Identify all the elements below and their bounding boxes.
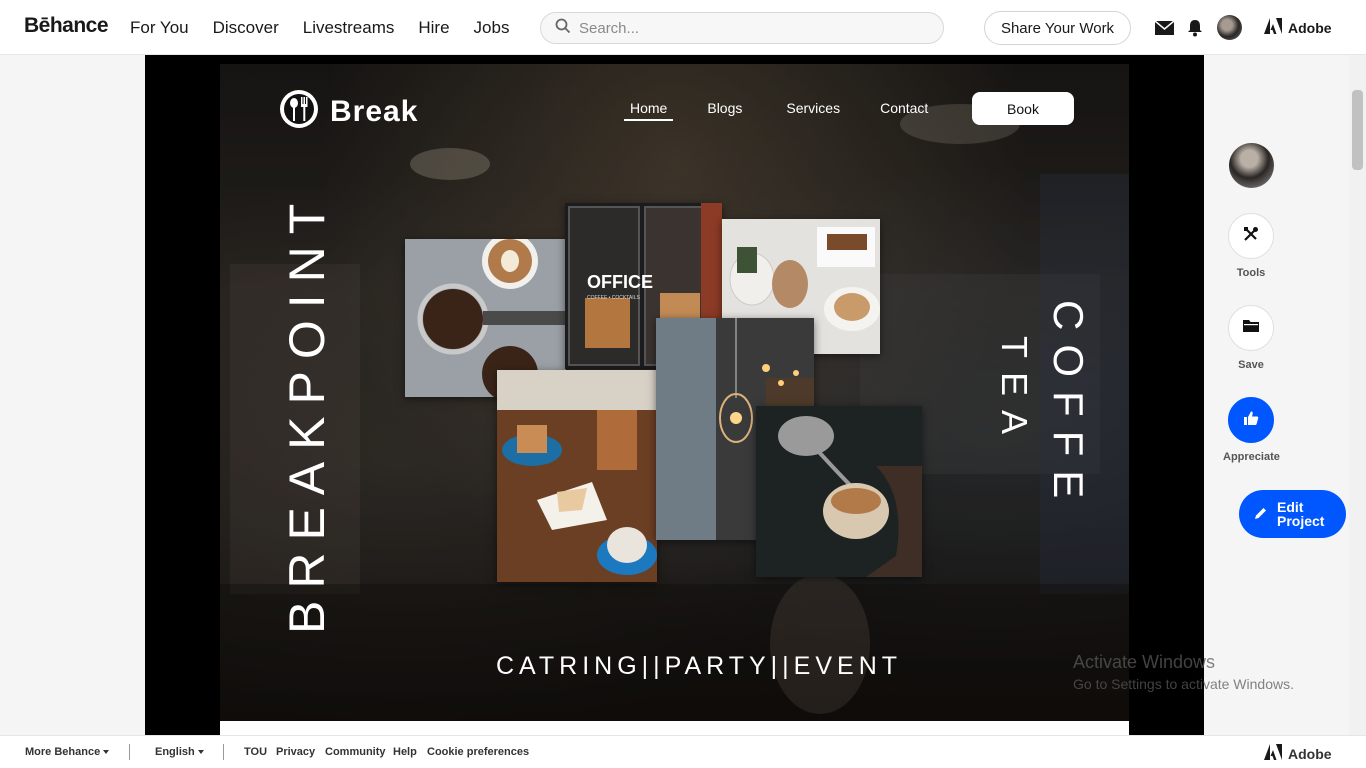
footer-divider xyxy=(129,744,130,760)
nav-hire[interactable]: Hire xyxy=(418,18,449,38)
footer-adobe-label: Adobe xyxy=(1288,745,1332,762)
search-box[interactable] xyxy=(540,12,944,44)
next-section-strip xyxy=(220,721,1129,735)
owner-avatar-item[interactable] xyxy=(1229,143,1274,188)
breakpoint-vertical-title: BREAKPOINT xyxy=(279,191,335,634)
project-canvas: Break Home Blogs Services Contact Book B… xyxy=(145,55,1204,735)
owner-avatar[interactable] xyxy=(1229,143,1274,188)
mail-icon[interactable] xyxy=(1153,17,1175,39)
tools-icon xyxy=(1243,226,1259,247)
breakpoint-vertical-title-wrap: BREAKPOINT xyxy=(278,192,338,634)
adobe-label: Adobe xyxy=(1288,19,1332,36)
folder-icon xyxy=(1243,319,1259,337)
project-sidebar: Tools Save Appreciate xyxy=(1204,55,1349,735)
search-icon xyxy=(555,18,571,39)
office-sign-text: OFFICE xyxy=(587,272,653,292)
cafe-tagline: CATRING||PARTY||EVENT xyxy=(496,652,903,680)
cafe-nav-blogs[interactable]: Blogs xyxy=(707,100,742,121)
coffe-vertical-text: COFFE xyxy=(1045,300,1092,513)
edit-label-line1: Edit xyxy=(1277,499,1304,515)
pencil-icon xyxy=(1255,507,1267,521)
save-item[interactable]: Save xyxy=(1228,305,1274,371)
cafe-nav-contact[interactable]: Contact xyxy=(880,100,928,121)
appreciate-button[interactable] xyxy=(1228,397,1275,443)
cafe-brand-name: Break xyxy=(330,94,419,128)
language-dropdown[interactable]: English xyxy=(155,746,204,758)
tools-button[interactable] xyxy=(1228,213,1274,259)
nav-livestreams[interactable]: Livestreams xyxy=(303,18,395,38)
cafe-nav: Home Blogs Services Contact xyxy=(624,100,928,121)
adobe-logo-icon xyxy=(1264,18,1282,37)
activate-title: Activate Windows xyxy=(1073,652,1216,672)
save-button[interactable] xyxy=(1228,305,1274,351)
photo-latte-art-pour xyxy=(756,406,922,577)
edit-project-label: Edit Project xyxy=(1277,500,1324,528)
cafe-book-button[interactable]: Book xyxy=(972,92,1074,125)
search-input[interactable] xyxy=(579,19,919,37)
activate-subtitle: Go to Settings to activate Windows. xyxy=(1073,676,1294,692)
top-navigation-bar: Bēhance For You Discover Livestreams Hir… xyxy=(0,0,1366,55)
windows-activation-watermark: Activate Windows Go to Settings to activ… xyxy=(1073,652,1294,692)
adobe-link[interactable]: Adobe xyxy=(1264,18,1332,37)
caret-down-icon xyxy=(103,750,110,755)
tools-item[interactable]: Tools xyxy=(1228,213,1274,279)
cafe-brand[interactable]: Break xyxy=(278,88,418,135)
save-label: Save xyxy=(1238,359,1264,371)
footer-adobe-link[interactable]: Adobe xyxy=(1264,744,1332,763)
footer-link-cookie-preferences[interactable]: Cookie preferences xyxy=(427,746,529,758)
footer-link-community[interactable]: Community xyxy=(325,746,386,758)
main-nav: For You Discover Livestreams Hire Jobs xyxy=(130,18,509,38)
footer-bar: More Behance English TOU Privacy Communi… xyxy=(0,735,1366,768)
footer-link-help[interactable]: Help xyxy=(393,746,417,758)
share-your-work-button[interactable]: Share Your Work xyxy=(984,11,1131,45)
nav-jobs[interactable]: Jobs xyxy=(474,18,510,38)
cafe-nav-services[interactable]: Services xyxy=(786,100,840,121)
thumbs-up-icon xyxy=(1243,410,1259,431)
nav-discover[interactable]: Discover xyxy=(213,18,279,38)
cafe-nav-home[interactable]: Home xyxy=(624,100,674,121)
caret-down-icon xyxy=(197,750,204,755)
footer-divider xyxy=(223,744,224,760)
behance-logo[interactable]: Bēhance xyxy=(24,14,109,38)
footer-link-tou[interactable]: TOU xyxy=(244,746,267,758)
nav-for-you[interactable]: For You xyxy=(130,18,189,38)
tools-label: Tools xyxy=(1236,267,1266,279)
more-behance-dropdown[interactable]: More Behance xyxy=(25,746,110,758)
cutlery-logo-icon xyxy=(278,88,320,135)
appreciate-label: Appreciate xyxy=(1223,451,1280,463)
adobe-logo-icon xyxy=(1264,744,1282,763)
appreciate-item[interactable]: Appreciate xyxy=(1223,397,1280,463)
more-behance-label: More Behance xyxy=(25,746,101,758)
user-avatar[interactable] xyxy=(1217,15,1242,40)
edit-project-button[interactable]: Edit Project xyxy=(1239,490,1346,538)
project-hero-image: Break Home Blogs Services Contact Book B… xyxy=(220,64,1129,721)
notification-bell-icon[interactable] xyxy=(1184,17,1206,39)
photo-latte-cake-wood xyxy=(497,370,657,582)
office-sign-subtext: COFFEE • COCKTAILS xyxy=(587,295,640,301)
language-label: English xyxy=(155,746,195,758)
edit-label-line2: Project xyxy=(1277,513,1325,529)
tea-vertical-text: TEA xyxy=(994,336,1035,449)
footer-link-privacy[interactable]: Privacy xyxy=(276,746,315,758)
scrollbar-thumb[interactable] xyxy=(1352,90,1363,170)
